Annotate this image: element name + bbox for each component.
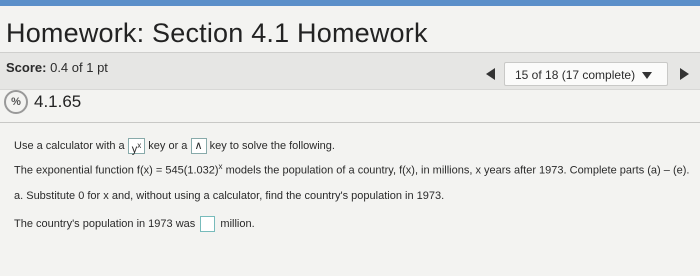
instruction-text: key to solve the following. <box>209 139 335 152</box>
score-label: Score: <box>6 60 47 75</box>
partial-credit-icon: % <box>4 90 28 114</box>
part-a-prompt: a. Substitute 0 for x and, without using… <box>14 190 445 202</box>
caret-key-button[interactable]: ∧ <box>190 138 207 154</box>
instruction-text: key or a <box>148 139 188 152</box>
answer-line: The country's population in 1973 was mil… <box>14 216 255 232</box>
power-key-exponent: x <box>137 141 142 150</box>
problem-statement: The exponential function f(x) = 545(1.03… <box>14 162 689 177</box>
chevron-down-icon <box>642 72 653 80</box>
divider <box>0 122 700 123</box>
problem-text: models the population of a country, f(x)… <box>222 164 690 177</box>
caret-key-label: ∧ <box>194 140 203 152</box>
power-key-button[interactable]: yx <box>127 138 146 156</box>
score-value: 0.4 of 1 pt <box>50 60 108 75</box>
question-number: 4.1.65 <box>34 92 82 111</box>
answer-suffix: million. <box>220 217 255 230</box>
top-accent-bar <box>0 0 700 6</box>
question-navigator: 15 of 18 (17 complete) <box>486 62 694 92</box>
answer-input[interactable] <box>200 216 216 232</box>
score-text: Score: 0.4 of 1 pt <box>6 60 108 75</box>
instruction-text: Use a calculator with a <box>14 139 125 152</box>
question-progress: 15 of 18 (17 complete) <box>515 68 636 82</box>
answer-prefix: The country's population in 1973 was <box>14 217 196 230</box>
previous-question-icon[interactable] <box>486 68 495 80</box>
function-text: The exponential function f(x) = 545(1.03… <box>14 164 219 177</box>
instruction-line: Use a calculator with a yx key or a ∧ ke… <box>14 138 335 156</box>
page-title: Homework: Section 4.1 Homework <box>6 18 428 48</box>
next-question-icon[interactable] <box>680 68 689 80</box>
question-selector[interactable]: 15 of 18 (17 complete) <box>504 62 668 86</box>
